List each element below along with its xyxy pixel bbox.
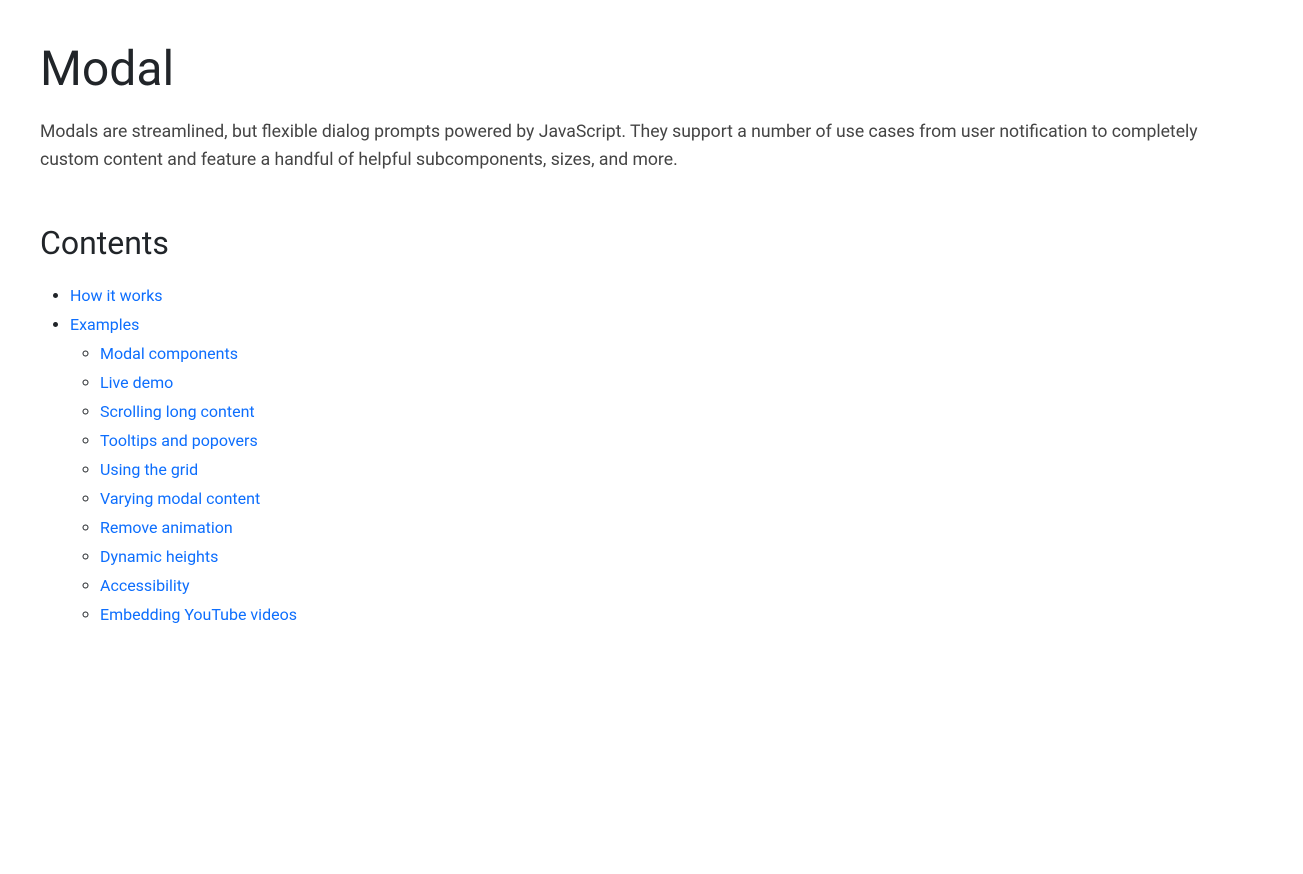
tooltips-and-popovers-link[interactable]: Tooltips and popovers xyxy=(100,431,258,450)
scrolling-long-content-link[interactable]: Scrolling long content xyxy=(100,402,255,421)
list-item: Live demo xyxy=(100,373,1263,392)
varying-modal-content-link[interactable]: Varying modal content xyxy=(100,489,260,508)
list-item: Varying modal content xyxy=(100,489,1263,508)
contents-heading: Contents xyxy=(40,224,1263,262)
contents-sub-list: Modal components Live demo Scrolling lon… xyxy=(70,344,1263,624)
page-description: Modals are streamlined, but flexible dia… xyxy=(40,118,1240,174)
embedding-youtube-videos-link[interactable]: Embedding YouTube videos xyxy=(100,605,297,624)
list-item: Remove animation xyxy=(100,518,1263,537)
list-item: Scrolling long content xyxy=(100,402,1263,421)
using-the-grid-link[interactable]: Using the grid xyxy=(100,460,198,479)
list-item: Dynamic heights xyxy=(100,547,1263,566)
accessibility-link[interactable]: Accessibility xyxy=(100,576,190,595)
contents-top-list: How it works Examples Modal components L… xyxy=(40,286,1263,624)
list-item: Accessibility xyxy=(100,576,1263,595)
list-item: Examples Modal components Live demo Scro… xyxy=(70,315,1263,624)
remove-animation-link[interactable]: Remove animation xyxy=(100,518,233,537)
dynamic-heights-link[interactable]: Dynamic heights xyxy=(100,547,218,566)
examples-link[interactable]: Examples xyxy=(70,315,139,334)
list-item: How it works xyxy=(70,286,1263,305)
live-demo-link[interactable]: Live demo xyxy=(100,373,173,392)
how-it-works-link[interactable]: How it works xyxy=(70,286,163,305)
page-title: Modal xyxy=(40,40,1263,98)
list-item: Using the grid xyxy=(100,460,1263,479)
list-item: Modal components xyxy=(100,344,1263,363)
list-item: Embedding YouTube videos xyxy=(100,605,1263,624)
list-item: Tooltips and popovers xyxy=(100,431,1263,450)
modal-components-link[interactable]: Modal components xyxy=(100,344,238,363)
